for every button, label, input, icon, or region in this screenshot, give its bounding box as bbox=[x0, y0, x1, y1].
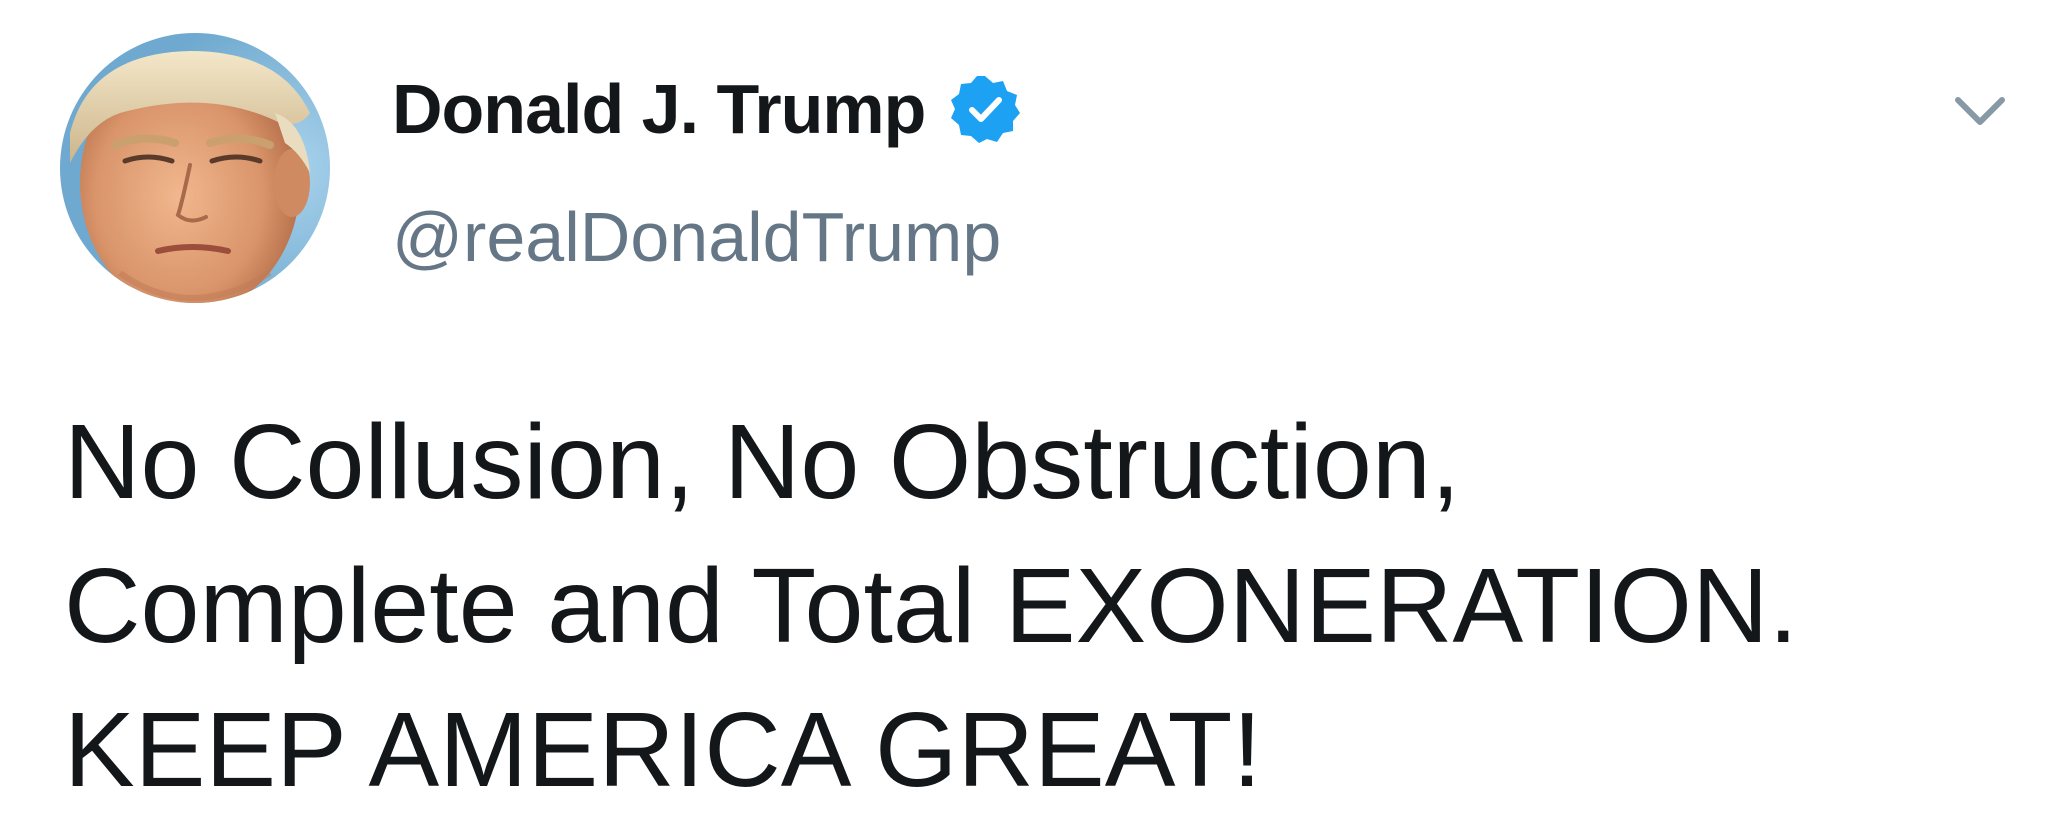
tweet-text-line: KEEP AMERICA GREAT! bbox=[64, 691, 1262, 809]
author-handle[interactable]: @realDonaldTrump bbox=[392, 196, 1001, 278]
tweet-card: Donald J. Trump @realDonaldTrump No Coll… bbox=[0, 0, 2048, 840]
avatar-photo bbox=[60, 33, 330, 303]
author-display-name[interactable]: Donald J. Trump bbox=[392, 68, 926, 150]
chevron-down-icon[interactable] bbox=[1950, 80, 2010, 140]
verified-badge-icon bbox=[949, 73, 1021, 145]
tweet-text-line: No Collusion, No Obstruction, bbox=[64, 403, 1461, 521]
tweet-text: No Collusion, No Obstruction, Complete a… bbox=[64, 390, 2024, 822]
author-name-row[interactable]: Donald J. Trump bbox=[392, 68, 1021, 150]
tweet-text-line: Complete and Total EXONERATION. bbox=[64, 547, 1798, 665]
avatar[interactable] bbox=[60, 33, 330, 303]
